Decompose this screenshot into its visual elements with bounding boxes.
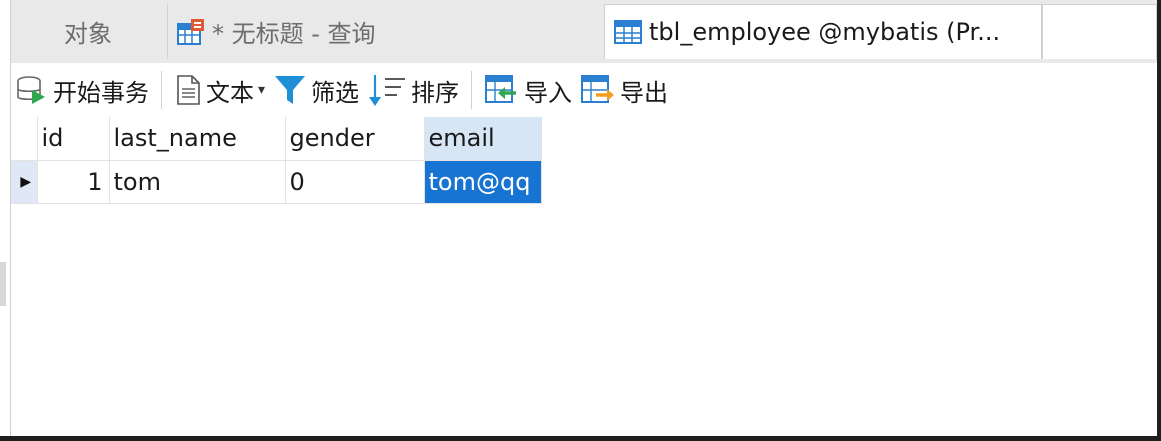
sort-button[interactable]: 排序: [363, 70, 463, 110]
filter-label: 筛选: [311, 78, 360, 107]
import-label: 导入: [524, 78, 573, 107]
toolbar: 开始事务 文本 ▾ 筛选 排序 导入 导出: [11, 63, 1157, 117]
database-transaction-icon: [17, 76, 45, 104]
text-button[interactable]: 文本 ▾: [170, 70, 269, 110]
export-label: 导出: [620, 78, 669, 107]
window-border-right: [1157, 0, 1161, 441]
cell-id[interactable]: 1: [37, 160, 110, 204]
filter-funnel-icon: [275, 76, 306, 104]
tab-objects[interactable]: 对象: [11, 4, 165, 59]
tab-strip-blank: [1042, 4, 1157, 59]
splitter-grip[interactable]: [0, 262, 6, 306]
current-row-arrow-icon[interactable]: ▶: [11, 160, 38, 204]
row-header-corner: [11, 117, 38, 161]
cell-last-name[interactable]: tom: [109, 160, 286, 204]
export-table-icon: [581, 75, 615, 103]
toolbar-separator: [161, 71, 162, 109]
toolbar-separator: [471, 71, 473, 109]
sort-label: 排序: [411, 78, 460, 107]
navicat-window: 对象 * 无标题 - 查询 tbl_employee @mybatis (Pr.…: [0, 0, 1161, 441]
import-table-icon: [485, 75, 517, 103]
chevron-down-icon: ▾: [258, 82, 266, 98]
cell-gender[interactable]: 0: [285, 160, 425, 204]
data-grid: id last_name gender email ▶ 1 tom 0 tom@…: [11, 117, 542, 204]
tab-tbl-employee-label: tbl_employee @mybatis (Pr...: [649, 18, 1001, 46]
column-header-email[interactable]: email: [424, 117, 542, 161]
results-table: id last_name gender email ▶ 1 tom 0 tom@…: [11, 117, 542, 204]
tab-untitled-query[interactable]: * 无标题 - 查询: [167, 4, 601, 59]
cell-email-selected[interactable]: tom@qq: [424, 160, 542, 204]
tab-bar: 对象 * 无标题 - 查询 tbl_employee @mybatis (Pr.…: [11, 0, 1157, 63]
window-border-bottom: [0, 436, 1161, 441]
import-button[interactable]: 导入: [480, 70, 576, 110]
document-icon: [177, 75, 200, 105]
begin-transaction-button[interactable]: 开始事务: [11, 70, 153, 110]
column-header-id[interactable]: id: [37, 117, 110, 161]
tab-tbl-employee[interactable]: tbl_employee @mybatis (Pr...: [604, 4, 1042, 59]
tab-objects-label: 对象: [64, 20, 112, 48]
table-grid-icon: [614, 20, 642, 44]
begin-transaction-label: 开始事务: [53, 78, 149, 107]
sort-icon: [369, 75, 406, 106]
left-panel-edge: [0, 0, 11, 441]
filter-button[interactable]: 筛选: [269, 70, 363, 110]
tab-untitled-query-label: * 无标题 - 查询: [212, 20, 376, 48]
header-row: id last_name gender email: [11, 117, 542, 161]
export-button[interactable]: 导出: [576, 70, 672, 110]
text-label: 文本: [206, 78, 254, 107]
table-row[interactable]: ▶ 1 tom 0 tom@qq: [11, 160, 542, 204]
column-header-gender[interactable]: gender: [285, 117, 425, 161]
query-table-icon: [177, 18, 204, 45]
column-header-last-name[interactable]: last_name: [109, 117, 286, 161]
